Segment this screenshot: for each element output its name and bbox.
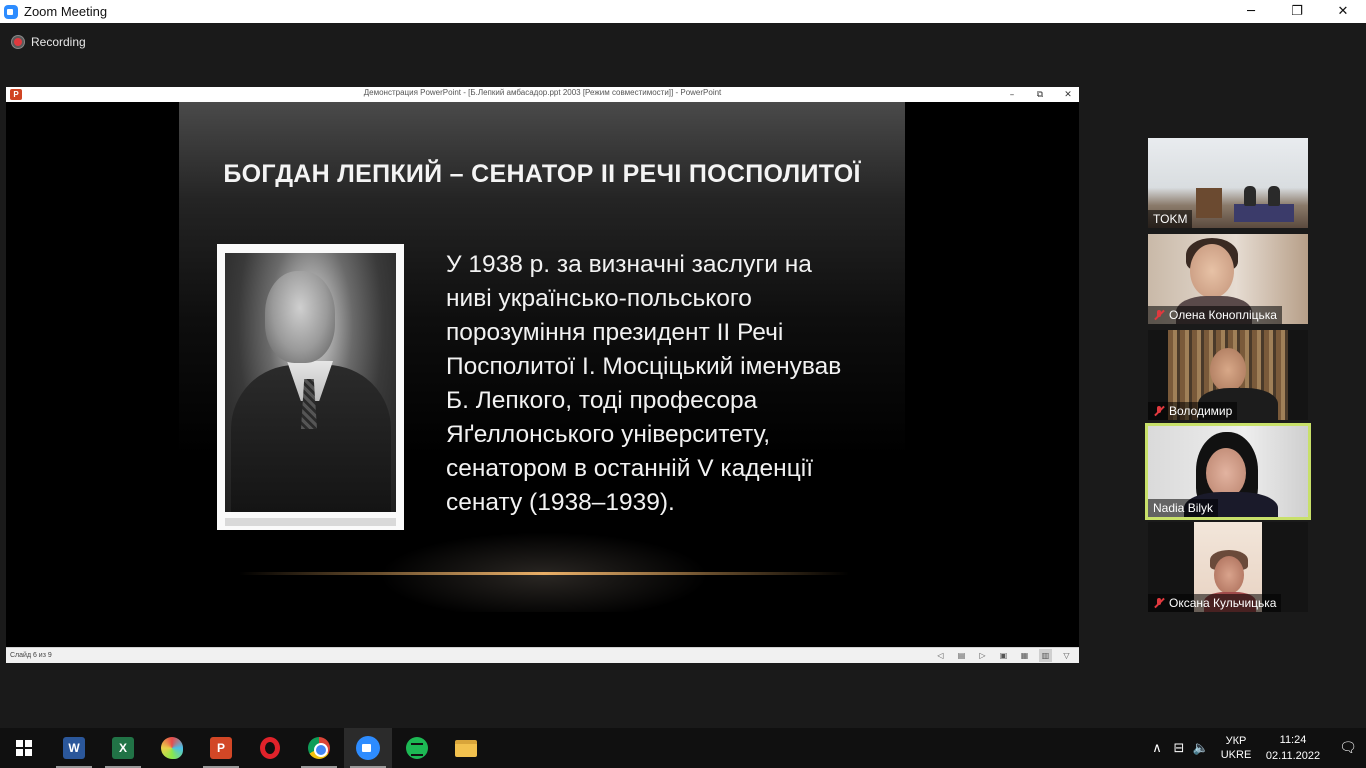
taskbar-file-explorer[interactable] — [442, 728, 490, 768]
reading-view-icon[interactable]: ▥ — [1039, 649, 1052, 662]
clock-date: 02.11.2022 — [1265, 750, 1321, 762]
keyboard-layout: UKRE — [1220, 749, 1252, 761]
normal-view-icon[interactable]: ▣ — [997, 649, 1010, 662]
taskbar-spotify[interactable] — [393, 728, 441, 768]
shared-restore-button[interactable]: ⧉ — [1033, 90, 1047, 100]
taskbar: W X P ∧ ⊟ 🔈 УКР UKRE 11:24 02.11.2022 🗨 — [0, 728, 1366, 768]
slideshow-statusbar: Слайд 6 из 9 ◁ ▤ ▷ ▣ ▦ ▥ ▽ — [6, 647, 1079, 663]
slide-text-line: сенату (1938–1939). — [446, 489, 675, 516]
participant-name: Оксана Кульчицька — [1148, 594, 1282, 612]
participant-tile[interactable]: Олена Коноплiцька — [1148, 234, 1308, 324]
slide-text-line: У 1938 р. за визначні заслуги на — [446, 251, 812, 278]
shared-close-button[interactable]: ✕ — [1061, 90, 1075, 100]
portrait-photo — [225, 253, 396, 512]
language-indicator[interactable]: УКР UKRE — [1216, 734, 1256, 762]
slide-area: БОГДАН ЛЕПКИЙ – СЕНАТОР ІІ РЕЧІ ПОСПОЛИТ… — [6, 102, 1079, 647]
slide-text-line: Посполитої І. Мосціцький іменував — [446, 353, 842, 380]
participant-name: Олена Коноплiцька — [1148, 306, 1282, 324]
slide-body-text: У 1938 р. за визначні заслуги на ниві ук… — [446, 248, 876, 520]
record-icon — [12, 36, 24, 48]
slide-text-line: Б. Лепкого, тоді професора — [446, 387, 758, 414]
shared-minimize-button[interactable]: – — [1005, 90, 1019, 100]
minimize-button[interactable]: ─ — [1228, 0, 1274, 23]
windows-logo-icon — [16, 740, 32, 756]
portrait-caption-strip — [225, 518, 396, 526]
taskbar-opera[interactable] — [246, 728, 294, 768]
mic-muted-icon — [1153, 597, 1165, 609]
participant-face — [1210, 348, 1246, 392]
close-button[interactable]: ✕ — [1320, 0, 1366, 23]
participant-name: TOKM — [1148, 210, 1193, 228]
shared-window-controls: – ⧉ ✕ — [1005, 87, 1075, 102]
participant-face — [1190, 244, 1234, 298]
slide-title: БОГДАН ЛЕПКИЙ – СЕНАТОР ІІ РЕЧІ ПОСПОЛИТ… — [223, 160, 861, 188]
participant-name: Володимир — [1148, 402, 1238, 420]
clock[interactable]: 11:24 02.11.2022 — [1256, 732, 1330, 764]
window-title: Zoom Meeting — [24, 4, 108, 19]
taskbar-excel[interactable]: X — [99, 728, 147, 768]
slide-menu-icon[interactable]: ▤ — [955, 649, 968, 662]
spotify-icon — [406, 737, 428, 759]
recording-label: Recording — [31, 35, 86, 49]
participant-tile[interactable]: Оксана Кульчицька — [1148, 522, 1308, 612]
shared-window-title: Демонстрация PowerPoint - [Б.Лепкий амба… — [363, 88, 722, 97]
chevron-up-icon[interactable]: ∧ — [1146, 741, 1168, 756]
clock-time: 11:24 — [1279, 734, 1307, 746]
participant-tile[interactable]: TOKM — [1148, 138, 1308, 228]
shared-window-titlebar: P Демонстрация PowerPoint - [Б.Лепкий ам… — [6, 87, 1079, 102]
participant-figure — [1268, 186, 1280, 206]
participant-face — [1206, 448, 1246, 498]
slide-sorter-icon[interactable]: ▦ — [1018, 649, 1031, 662]
slide: БОГДАН ЛЕПКИЙ – СЕНАТОР ІІ РЕЧІ ПОСПОЛИТ… — [179, 102, 905, 647]
slideshow-icon[interactable]: ▽ — [1060, 649, 1073, 662]
portrait-frame — [217, 244, 404, 530]
slide-text-line: Яґеллонського університету, — [446, 421, 771, 448]
system-tray: ∧ ⊟ 🔈 УКР UKRE 11:24 02.11.2022 🗨 — [1146, 728, 1366, 768]
table — [1234, 204, 1294, 222]
opera-icon — [260, 737, 280, 759]
active-speaker-tile[interactable]: Nadia Bilyk — [1145, 423, 1311, 520]
taskbar-word[interactable]: W — [50, 728, 98, 768]
zoom-titlebar: Zoom Meeting ─ ❐ ✕ — [0, 0, 1366, 23]
slideshow-nav: ◁ ▤ ▷ ▣ ▦ ▥ ▽ — [934, 649, 1073, 662]
zoom-logo-icon — [4, 4, 18, 19]
taskbar-chrome[interactable] — [295, 728, 343, 768]
window-controls: ─ ❐ ✕ — [1228, 0, 1366, 23]
taskbar-powerpoint[interactable]: P — [197, 728, 245, 768]
chrome-icon — [308, 737, 330, 759]
shared-screen: P Демонстрация PowerPoint - [Б.Лепкий ам… — [6, 87, 1079, 663]
language-code: УКР — [1225, 735, 1247, 747]
taskbar-zoom[interactable] — [344, 728, 392, 768]
restore-button[interactable]: ❐ — [1274, 0, 1320, 23]
network-icon[interactable]: ⊟ — [1168, 741, 1190, 756]
powerpoint-icon: P — [210, 737, 232, 759]
portrait-head — [265, 271, 335, 363]
participant-name: Nadia Bilyk — [1148, 499, 1219, 517]
slide-text-line: порозуміння президент ІІ Речі — [446, 319, 784, 346]
participant-face — [1214, 556, 1244, 594]
paint-icon — [161, 737, 183, 759]
excel-icon: X — [112, 737, 134, 759]
mic-muted-icon — [1153, 405, 1165, 417]
participant-figure — [1244, 186, 1256, 206]
volume-icon[interactable]: 🔈 — [1190, 741, 1212, 756]
zoom-icon — [356, 736, 380, 760]
slide-text-line: сенатором в останній V каденції — [446, 455, 813, 482]
recording-indicator[interactable]: Recording — [12, 35, 86, 49]
slide-text-line: ниві українсько-польського — [446, 285, 752, 312]
podium — [1196, 188, 1222, 218]
slide-divider-line — [239, 572, 849, 575]
mic-muted-icon — [1153, 309, 1165, 321]
previous-slide-icon[interactable]: ◁ — [934, 649, 947, 662]
next-slide-icon[interactable]: ▷ — [976, 649, 989, 662]
folder-icon — [455, 739, 477, 757]
start-button[interactable] — [0, 728, 48, 768]
taskbar-paint[interactable] — [148, 728, 196, 768]
notifications-icon[interactable]: 🗨 — [1330, 740, 1366, 756]
participant-tile[interactable]: Володимир — [1148, 330, 1308, 420]
word-icon: W — [63, 737, 85, 759]
screen: Zoom Meeting ─ ❐ ✕ Recording P Демонстра… — [0, 0, 1366, 768]
slide-counter: Слайд 6 из 9 — [10, 652, 52, 659]
